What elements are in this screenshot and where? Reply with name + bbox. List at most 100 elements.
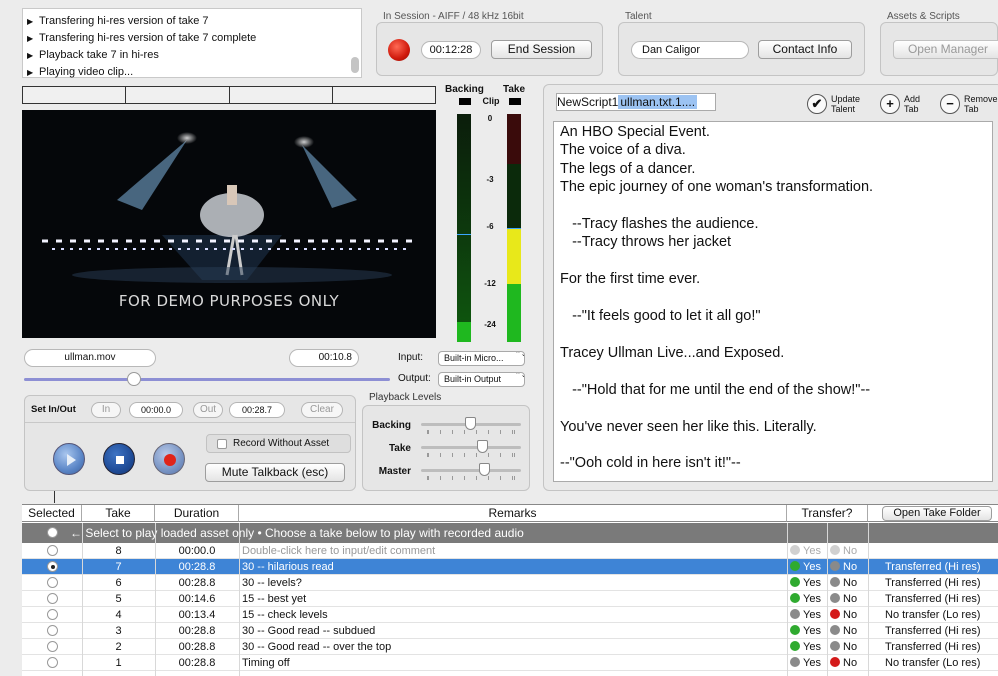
- transfer-no-option[interactable]: No: [830, 607, 868, 623]
- transfer-yes-option[interactable]: Yes: [790, 623, 828, 639]
- add-tab-button[interactable]: +: [880, 94, 900, 114]
- backing-level-knob[interactable]: [465, 417, 476, 430]
- transfer-no-option[interactable]: No: [830, 655, 868, 671]
- take-select-radio[interactable]: [47, 545, 58, 556]
- master-level-label: Master: [378, 466, 411, 477]
- take-remarks[interactable]: 15 -- best yet: [242, 591, 782, 607]
- take-row[interactable]: 1 00:28.8 Timing off Yes No No transfer (Lo r…: [22, 655, 998, 671]
- take-duration: 00:28.8: [178, 657, 216, 669]
- take-remarks[interactable]: 30 -- Good read -- subdued: [242, 623, 782, 639]
- transfer-yes-option[interactable]: Yes: [790, 575, 828, 591]
- open-manager-button[interactable]: Open Manager: [893, 40, 998, 59]
- set-inout-label: Set In/Out: [31, 404, 76, 415]
- status-log: ▶ Transfering hi-res version of take 7 ▶ T…: [22, 8, 362, 78]
- out-point-field[interactable]: 00:28.7: [229, 402, 285, 418]
- record-indicator-icon: [388, 39, 410, 61]
- meter-scale-24: -24: [484, 320, 496, 329]
- transfer-no-option[interactable]: No: [830, 575, 868, 591]
- transfer-status: Transferred (Hi res): [885, 593, 981, 605]
- col-take-header[interactable]: Take: [82, 505, 155, 522]
- script-text-area[interactable]: An HBO Special Event. The voice of a diva…: [553, 121, 993, 482]
- video-scrubber-knob[interactable]: [126, 372, 141, 386]
- end-session-button[interactable]: End Session: [491, 40, 592, 59]
- no-status-dot-icon: [830, 545, 840, 555]
- take-remarks[interactable]: 15 -- check levels: [242, 607, 782, 623]
- script-tab-newscript1[interactable]: NewScript1: [557, 95, 618, 109]
- take-remarks[interactable]: 30 -- levels?: [242, 575, 782, 591]
- transfer-no-option[interactable]: No: [830, 623, 868, 639]
- open-take-folder-button[interactable]: Open Take Folder: [882, 506, 992, 521]
- take-select-radio[interactable]: [47, 641, 58, 652]
- transfer-yes-option[interactable]: Yes: [790, 591, 828, 607]
- triangle-bullet-icon: ▶: [27, 51, 34, 60]
- loaded-asset-radio[interactable]: [47, 527, 58, 538]
- master-level-track[interactable]: [421, 469, 521, 472]
- video-scrubber-track[interactable]: [24, 378, 390, 381]
- take-remarks[interactable]: Double-click here to input/edit comment: [242, 543, 782, 559]
- take-row[interactable]: 5 00:14.6 15 -- best yet Yes No Transferred (…: [22, 591, 998, 607]
- plus-icon: +: [886, 96, 894, 111]
- col-remarks-header[interactable]: Remarks: [239, 505, 787, 522]
- transfer-status: Transferred (Hi res): [885, 641, 981, 653]
- meter-scale-0: 0: [487, 114, 493, 123]
- col-duration-header[interactable]: Duration: [155, 505, 239, 522]
- take-select-radio[interactable]: [47, 593, 58, 604]
- take-duration: 00:28.8: [178, 561, 216, 573]
- play-button[interactable]: [53, 443, 85, 475]
- remove-tab-button[interactable]: −: [940, 94, 960, 114]
- transfer-status: Transferred (Hi res): [885, 625, 981, 637]
- script-tab-ullman[interactable]: ullman.txt.1....: [618, 95, 698, 109]
- take-row[interactable]: 6 00:28.8 30 -- levels? Yes No Transferred (H…: [22, 575, 998, 591]
- clear-inout-button[interactable]: Clear: [301, 402, 343, 418]
- take-row[interactable]: 8 00:00.0 Double-click here to input/edit …: [22, 543, 998, 559]
- no-status-dot-icon: [830, 609, 840, 619]
- input-label: Input:: [398, 352, 424, 363]
- take-select-radio[interactable]: [47, 625, 58, 636]
- input-select[interactable]: Built-in Micro...: [438, 351, 525, 366]
- in-point-field[interactable]: 00:00.0: [129, 402, 183, 418]
- transfer-no-option[interactable]: No: [830, 543, 868, 559]
- record-without-asset-checkbox[interactable]: Record Without Asset: [206, 434, 351, 453]
- set-in-button[interactable]: In: [91, 402, 121, 418]
- video-preview[interactable]: FOR DEMO PURPOSES ONLY: [22, 110, 436, 338]
- loaded-asset-row[interactable]: ← Select to play loaded asset only • Cho…: [22, 523, 998, 543]
- take-row[interactable]: 3 00:28.8 30 -- Good read -- subdued Yes No T…: [22, 623, 998, 639]
- mute-talkback-button[interactable]: Mute Talkback (esc): [205, 463, 345, 482]
- contact-info-button[interactable]: Contact Info: [758, 40, 852, 59]
- take-level-track[interactable]: [421, 446, 521, 449]
- no-status-dot-icon: [830, 625, 840, 635]
- transfer-no-option[interactable]: No: [830, 639, 868, 655]
- script-line: --"It feels good to let it all go!": [560, 308, 761, 325]
- transfer-yes-option[interactable]: Yes: [790, 543, 828, 559]
- master-level-knob[interactable]: [479, 463, 490, 476]
- log-scrollbar[interactable]: [351, 57, 359, 73]
- transfer-yes-option[interactable]: Yes: [790, 639, 828, 655]
- transfer-yes-option[interactable]: Yes: [790, 607, 828, 623]
- script-line: [560, 436, 986, 454]
- take-row[interactable]: 2 00:28.8 30 -- Good read -- over the top Y…: [22, 639, 998, 655]
- talent-name-field[interactable]: Dan Caligor: [631, 41, 749, 59]
- transfer-no-option[interactable]: No: [830, 591, 868, 607]
- take-level-knob[interactable]: [477, 440, 488, 453]
- stop-button[interactable]: [103, 443, 135, 475]
- set-out-button[interactable]: Out: [193, 402, 223, 418]
- record-button[interactable]: [153, 443, 185, 475]
- take-select-radio[interactable]: [47, 609, 58, 620]
- take-remarks[interactable]: Timing off: [242, 655, 782, 671]
- timeline-strip[interactable]: [22, 86, 436, 104]
- output-select[interactable]: Built-in Output: [438, 372, 525, 387]
- col-transfer-header[interactable]: Transfer?: [787, 505, 868, 522]
- take-row[interactable]: 7 00:28.8 30 -- hilarious read Yes No Transfe…: [22, 559, 998, 575]
- take-remarks[interactable]: 30 -- hilarious read: [242, 559, 782, 575]
- update-talent-button[interactable]: ✔: [807, 94, 827, 114]
- take-row[interactable]: 4 00:13.4 15 -- check levels Yes No No transf…: [22, 607, 998, 623]
- take-select-radio[interactable]: [47, 561, 58, 572]
- take-select-radio[interactable]: [47, 577, 58, 588]
- take-select-radio[interactable]: [47, 657, 58, 668]
- transfer-no-option[interactable]: No: [830, 559, 868, 575]
- take-number: 7: [115, 561, 122, 573]
- transfer-yes-option[interactable]: Yes: [790, 559, 828, 575]
- col-selected-header[interactable]: Selected: [22, 505, 82, 522]
- take-remarks[interactable]: 30 -- Good read -- over the top: [242, 639, 782, 655]
- transfer-yes-option[interactable]: Yes: [790, 655, 828, 671]
